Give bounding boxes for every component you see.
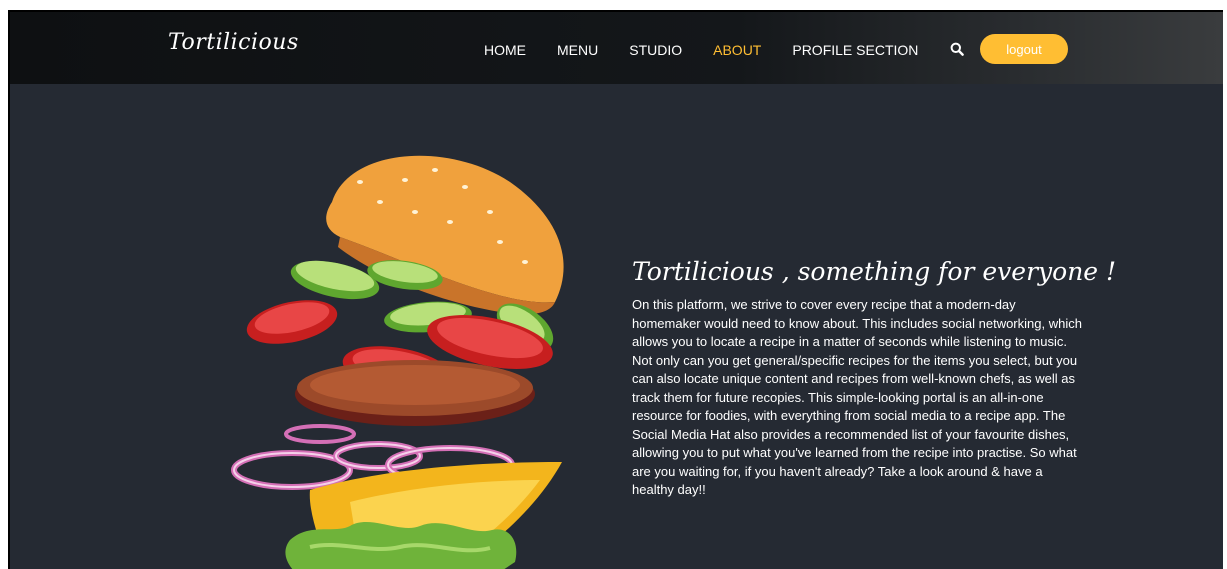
search-icon[interactable] [950,42,964,56]
patty [295,360,535,426]
nav-studio[interactable]: STUDIO [629,42,682,58]
nav-home[interactable]: HOME [484,42,526,58]
burger-illustration [231,155,564,569]
brand-logo[interactable]: Tortilicious [168,30,299,55]
about-title: Tortilicious , something for everyone ! [632,257,1117,286]
about-section: Tortilicious , something for everyone ! … [632,257,1117,500]
nav-menu[interactable]: MENU [557,42,598,58]
page-frame: Tortilicious HOME MENU STUDIO ABOUT PROF… [8,10,1223,569]
nav-profile-section[interactable]: PROFILE SECTION [792,42,918,58]
nav-about[interactable]: ABOUT [713,42,761,58]
logout-button[interactable]: logout [980,34,1068,64]
about-description: On this platform, we strive to cover eve… [632,297,1082,497]
main-nav: HOME MENU STUDIO ABOUT PROFILE SECTION [484,42,949,58]
navbar: Tortilicious HOME MENU STUDIO ABOUT PROF… [10,12,1223,84]
